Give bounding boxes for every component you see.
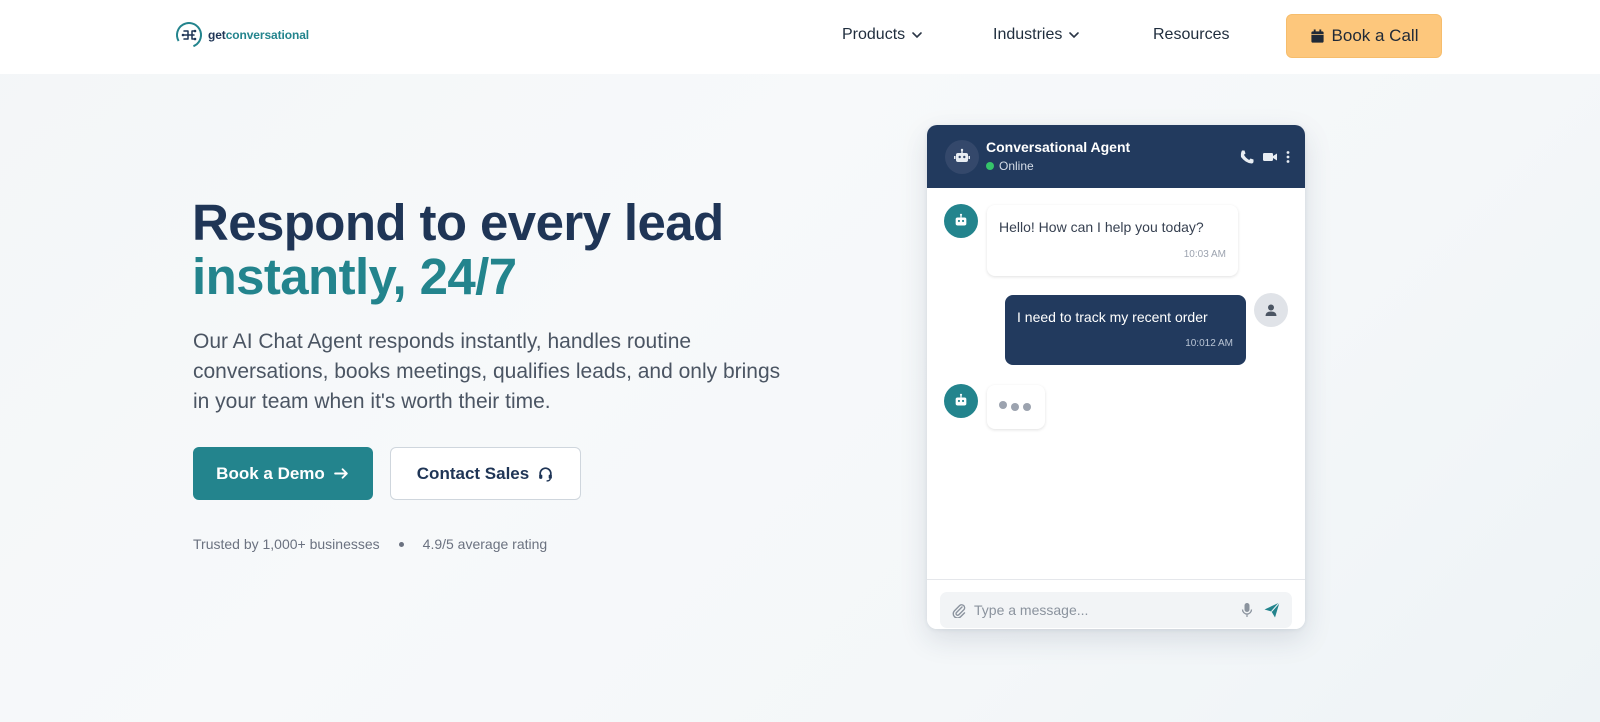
book-a-call-button[interactable]: Book a Call [1286,14,1442,58]
typing-dots [999,401,1031,411]
trust-line: Trusted by 1,000+ businesses 4.9/5 avera… [193,536,547,552]
paperclip-icon[interactable] [951,602,967,618]
chat-widget: Conversational Agent Online Hello! How c… [927,125,1305,629]
robot-icon [955,393,967,406]
message-input-container [940,592,1292,628]
user-avatar [1254,293,1288,327]
bot-avatar [944,384,978,418]
agent-status: Online [986,159,1034,173]
headline-line-1: Respond to every lead [192,194,724,251]
user-message-time: 10:012 AM [1185,338,1233,349]
contact-sales-label: Contact Sales [416,463,530,483]
nav-products-label: Products [842,26,906,43]
book-a-demo-button[interactable]: Book a Demo [193,447,373,500]
typing-dot [1023,403,1031,411]
chat-header-tools [1239,149,1291,165]
agent-avatar [945,140,979,174]
chat-header: Conversational Agent Online [927,125,1305,188]
arrow-right-icon [333,468,348,479]
user-message-text: I need to track my recent order [1017,309,1208,325]
chevron-down-icon [1069,32,1080,39]
typing-dot [1011,403,1019,411]
nav-resources-label: Resources [1153,26,1230,43]
headset-icon [539,467,553,482]
brand-logo[interactable]: getconversational [174,20,309,50]
phone-icon[interactable] [1239,149,1255,165]
online-dot [986,162,994,170]
nav-products[interactable]: Products [842,26,923,44]
user-icon [1265,304,1277,316]
chat-input-bar [927,579,1305,629]
logo-icon [176,22,202,48]
trust-rating: 4.9/5 average rating [422,536,548,552]
nav-industries-label: Industries [993,26,1063,43]
message-input[interactable] [974,600,1224,620]
book-a-call-label: Book a Call [1331,26,1419,45]
user-message-bubble: I need to track my recent order 10:012 A… [1005,295,1246,365]
status-label: Online [999,159,1034,173]
nav-industries[interactable]: Industries [993,26,1080,44]
typing-dot [999,401,1007,409]
bot-message-text: Hello! How can I help you today? [999,219,1204,235]
more-vertical-icon[interactable] [1285,149,1291,165]
robot-icon [955,213,967,226]
separator-dot [398,541,404,547]
book-a-demo-label: Book a Demo [216,463,325,483]
bot-message-time: 10:03 AM [1183,249,1226,260]
chevron-down-icon [912,32,922,39]
robot-icon [954,148,970,162]
bot-message-bubble: Hello! How can I help you today? 10:03 A… [987,205,1238,276]
trust-businesses: Trusted by 1,000+ businesses [193,536,380,552]
video-icon[interactable] [1262,149,1278,165]
typing-indicator [987,385,1045,429]
contact-sales-button[interactable]: Contact Sales [390,447,581,500]
hero-subtext: Our AI Chat Agent responds instantly, ha… [193,330,781,413]
agent-name: Conversational Agent [986,139,1131,155]
send-icon[interactable] [1263,601,1281,619]
microphone-icon[interactable] [1239,602,1255,618]
headline-line-2: instantly, 24/7 [192,248,517,305]
hero-headline: Respond to every lead instantly, 24/7 [192,196,724,304]
site-header: getconversational Products Industries Re… [0,0,1600,74]
brand-name: getconversational [208,28,310,42]
bot-avatar [944,204,978,238]
calendar-icon [1310,28,1324,43]
nav-resources[interactable]: Resources [1153,26,1229,44]
